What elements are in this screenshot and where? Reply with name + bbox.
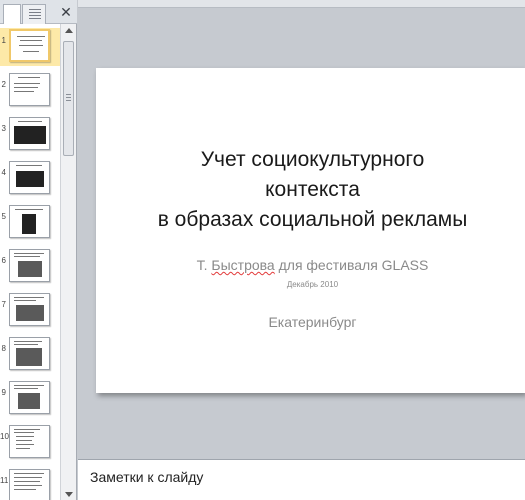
slide-thumbnail-item[interactable]: 4: [0, 160, 60, 198]
slide-thumbnail-item[interactable]: 7: [0, 292, 60, 330]
thumbnail-preview-mark: [17, 36, 45, 37]
thumbnail-preview-mark: [14, 126, 46, 144]
slide-canvas[interactable]: Учет социокультурного контекста в образа…: [96, 68, 525, 393]
slide-number: 1: [1, 36, 6, 45]
thumbnail-preview-mark: [14, 481, 40, 482]
slide-thumbnail[interactable]: [9, 161, 50, 194]
thumbnail-preview-mark: [14, 341, 42, 342]
thumbnail-list: 1 2 3 4 5 6 7 8 9 10 11: [0, 24, 60, 500]
slide-thumbnail[interactable]: [9, 249, 50, 282]
close-pane-button[interactable]: ✕: [58, 4, 74, 20]
scroll-thumb[interactable]: [63, 41, 74, 156]
thumbnail-preview-mark: [16, 305, 44, 321]
pane-tabs: ✕: [0, 0, 77, 24]
slide-thumbnail[interactable]: [9, 205, 50, 238]
thumbnail-preview-mark: [14, 344, 38, 345]
thumbnail-preview-mark: [19, 45, 43, 46]
thumbnail-preview-mark: [14, 83, 40, 84]
thumbnail-preview-mark: [14, 253, 44, 254]
slide-number: 10: [0, 432, 9, 441]
notes-pane[interactable]: Заметки к слайду: [78, 459, 525, 500]
slide-thumbnail-item[interactable]: 1: [0, 28, 60, 66]
thumbnail-preview-mark: [14, 91, 34, 92]
slide-number: 5: [1, 212, 6, 221]
slide-title[interactable]: Учет социокультурного контекста в образа…: [96, 145, 525, 235]
thumbnail-preview-mark: [14, 473, 44, 474]
thumbnail-preview-mark: [14, 256, 40, 257]
thumbnail-preview-mark: [16, 436, 34, 437]
slide-thumbnail[interactable]: [9, 425, 50, 458]
thumbnail-preview-mark: [14, 489, 36, 490]
slide-number: 9: [1, 388, 6, 397]
scroll-up-arrow-icon[interactable]: [65, 28, 73, 33]
thumbnail-preview-mark: [16, 440, 32, 441]
thumbnail-preview-mark: [20, 40, 42, 41]
slide-thumbnail[interactable]: [9, 381, 50, 414]
slide-thumbnail-item[interactable]: 9: [0, 380, 60, 418]
slide-number: 3: [1, 124, 6, 133]
subtitle-rest: для фестиваля GLASS: [274, 257, 429, 273]
slide-thumbnail-item[interactable]: 3: [0, 116, 60, 154]
slide-number: 2: [1, 80, 6, 89]
slide-thumbnail-item[interactable]: 2: [0, 72, 60, 110]
thumbnail-preview-mark: [14, 300, 36, 301]
slide-thumbnail[interactable]: [9, 29, 50, 62]
slide-thumbnail-item[interactable]: 5: [0, 204, 60, 242]
thumbnail-preview-mark: [14, 297, 44, 298]
thumbnail-preview-mark: [16, 448, 30, 449]
slide-number: 6: [1, 256, 6, 265]
slide-thumbnail-item[interactable]: 11: [0, 468, 60, 500]
thumbnail-preview-mark: [18, 393, 40, 409]
thumbnail-preview-mark: [18, 261, 42, 277]
thumbnail-preview-mark: [16, 171, 44, 187]
thumbnail-preview-mark: [18, 77, 40, 78]
ruler-strip: [78, 0, 525, 8]
thumbnail-preview-mark: [22, 214, 36, 234]
slide-thumbnail[interactable]: [9, 293, 50, 326]
thumbnail-preview-mark: [14, 388, 38, 389]
slide-thumbnail[interactable]: [9, 73, 50, 106]
slide-number: 7: [1, 300, 6, 309]
tab-slides[interactable]: [3, 4, 21, 24]
thumbnail-preview-mark: [14, 477, 42, 478]
grip-icon: [66, 94, 71, 102]
slide-date[interactable]: Декабрь 2010: [96, 280, 525, 289]
slide-thumbnail[interactable]: [9, 337, 50, 370]
slide-city[interactable]: Екатеринбург: [96, 314, 525, 330]
thumbnail-preview-mark: [16, 165, 42, 166]
thumbnail-preview-mark: [14, 429, 40, 430]
tab-outline[interactable]: [22, 4, 46, 24]
thumbnail-preview-mark: [14, 432, 34, 433]
outline-icon: [29, 9, 41, 19]
slides-pane: ✕ 1 2 3 4 5 6 7 8 9 10 11: [0, 0, 77, 500]
thumbnail-preview-mark: [14, 87, 38, 88]
slide-number: 8: [1, 344, 6, 353]
scroll-down-arrow-icon[interactable]: [65, 492, 73, 497]
notes-placeholder[interactable]: Заметки к слайду: [90, 469, 203, 485]
thumbnail-preview-mark: [16, 444, 34, 445]
thumbnail-scrollbar[interactable]: [60, 24, 76, 500]
thumbnail-preview-mark: [16, 348, 42, 366]
thumbnail-preview-mark: [23, 51, 39, 52]
thumbnail-preview-mark: [18, 121, 42, 122]
slide-thumbnail[interactable]: [9, 469, 50, 500]
thumbnail-preview-mark: [14, 485, 42, 486]
thumbnail-preview-mark: [14, 385, 44, 386]
slide-number: 11: [0, 476, 9, 485]
slide-thumbnail[interactable]: [9, 117, 50, 150]
thumbnail-preview-mark: [15, 209, 43, 210]
slide-thumbnail-item[interactable]: 10: [0, 424, 60, 462]
slide-thumbnail-item[interactable]: 6: [0, 248, 60, 286]
slide-number: 4: [1, 168, 6, 177]
slide-subtitle[interactable]: Т. Быстрова для фестиваля GLASS: [96, 257, 525, 273]
subtitle-author: Быстрова: [211, 257, 275, 273]
subtitle-prefix: Т.: [196, 257, 212, 273]
slide-thumbnail-item[interactable]: 8: [0, 336, 60, 374]
